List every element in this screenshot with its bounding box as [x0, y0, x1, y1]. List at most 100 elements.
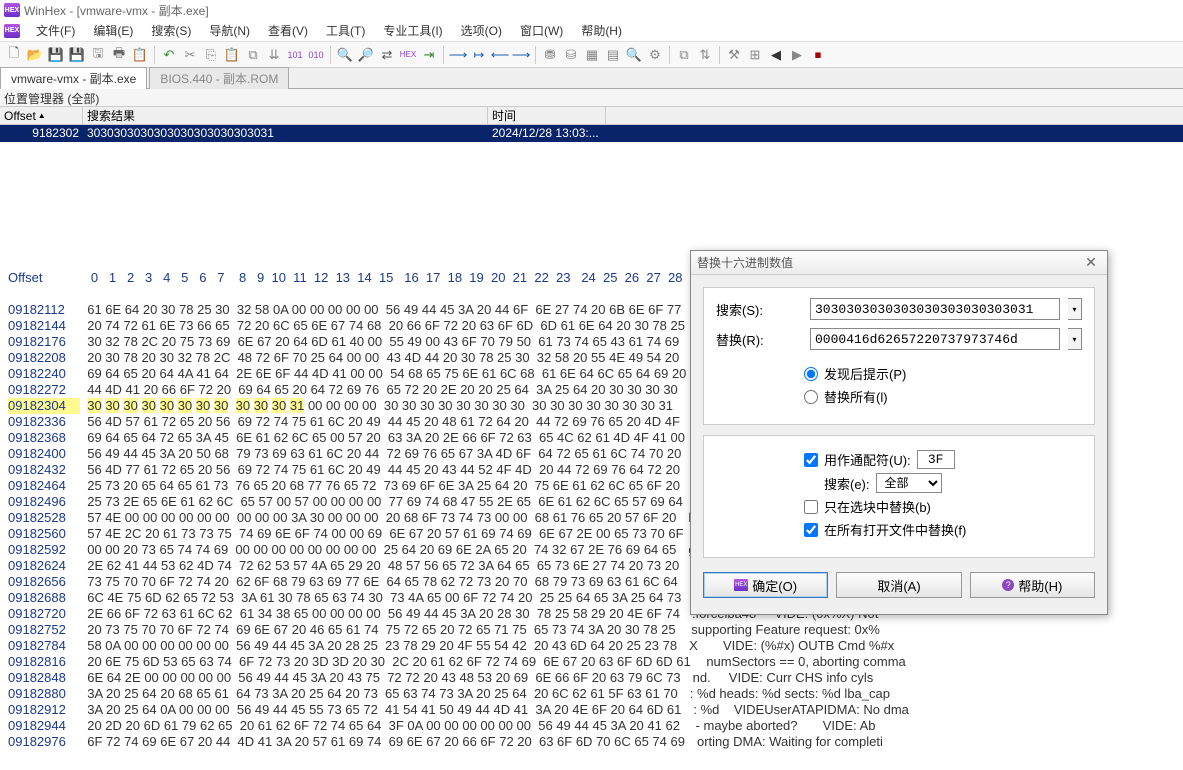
- sync-icon[interactable]: ⇅: [695, 45, 715, 65]
- tab-file-1[interactable]: vmware-vmx - 副本.exe: [0, 67, 147, 89]
- checkbox-all-files[interactable]: [804, 523, 818, 537]
- replace-dropdown-icon[interactable]: ▾: [1068, 328, 1082, 350]
- replace-text-icon[interactable]: ⇄: [377, 45, 397, 65]
- search-input[interactable]: [810, 298, 1060, 320]
- dialog-options-group: 用作通配符(U): 搜索(e): 全部 只在选块中替换(b) 在所有打开文件中替…: [703, 435, 1095, 558]
- hex-row[interactable]: 09182912 3A 20 25 64 0A 00 00 00 56 49 4…: [8, 702, 1175, 718]
- toolbar-separator: [330, 46, 331, 64]
- hex-bytes: 20 2D 20 6D 61 79 62 65 20 61 62 6F 72 7…: [80, 718, 680, 734]
- wildcard-input[interactable]: [917, 450, 955, 469]
- dialog-title-bar[interactable]: 替换十六进制数值 ✕: [691, 251, 1107, 275]
- tools-icon[interactable]: ⚙: [645, 45, 665, 65]
- disk-2-icon[interactable]: ⛁: [561, 45, 581, 65]
- cancel-button[interactable]: 取消(A): [836, 572, 961, 598]
- result-header-time[interactable]: 时间: [488, 107, 606, 124]
- hex-row[interactable]: 09182848 6E 64 2E 00 00 00 00 00 56 49 4…: [8, 670, 1175, 686]
- result-row[interactable]: 9182302 3030303030303030303030303031 202…: [0, 125, 1183, 142]
- hex-offset: 09182112: [8, 302, 80, 318]
- go-back-icon[interactable]: ⟵: [490, 45, 510, 65]
- hex-row[interactable]: 09182880 3A 20 25 64 20 68 65 61 64 73 3…: [8, 686, 1175, 702]
- copy-block-icon[interactable]: ⧉: [243, 45, 263, 65]
- save-icon[interactable]: 💾: [67, 45, 87, 65]
- search-direction-select[interactable]: 全部: [876, 473, 942, 493]
- menu-window[interactable]: 窗口(W): [512, 20, 571, 41]
- replace-hex-dialog: 替换十六进制数值 ✕ 搜索(S): ▾ 替换(R): ▾ 发现后提示(P): [690, 250, 1108, 615]
- hex-offset: 09182816: [8, 654, 80, 670]
- hex-bytes: 73 75 70 70 6F 72 74 20 62 6F 68 79 63 6…: [80, 574, 678, 590]
- replace-input[interactable]: [810, 328, 1060, 350]
- print-icon[interactable]: 🖶: [109, 45, 129, 65]
- checkbox-wildcard[interactable]: [804, 453, 818, 467]
- hex-ascii: : %d heads: %d sects: %d lba_cap: [690, 686, 890, 702]
- title-bar: HEX WinHex - [vmware-vmx - 副本.exe]: [0, 0, 1183, 20]
- tab-file-2[interactable]: BIOS.440 - 副本.ROM: [149, 67, 289, 89]
- go-offset-icon[interactable]: ⟶: [448, 45, 468, 65]
- hex-row[interactable]: 09182784 58 0A 00 00 00 00 00 00 56 49 4…: [8, 638, 1175, 654]
- find-text-icon[interactable]: 🔍: [335, 45, 355, 65]
- hex-bytes: 56 49 44 45 3A 20 50 68 79 73 69 63 61 6…: [80, 446, 681, 462]
- checkbox-sel-only[interactable]: [804, 500, 818, 514]
- ok-button[interactable]: HEX确定(O): [703, 572, 828, 598]
- hex-offset: 09182944: [8, 718, 80, 734]
- stop-icon[interactable]: ⏹: [808, 45, 828, 65]
- open-folder-icon[interactable]: 📂: [25, 45, 45, 65]
- hex-row[interactable]: 09182752 20 73 75 70 70 6F 72 74 69 6E 6…: [8, 622, 1175, 638]
- hex-copy-icon[interactable]: 101: [285, 45, 305, 65]
- result-header-search[interactable]: 搜索结果: [83, 107, 488, 124]
- prev-icon[interactable]: ◀: [766, 45, 786, 65]
- ram-icon[interactable]: ▦: [582, 45, 602, 65]
- result-time: 2024/12/28 13:03:...: [488, 125, 606, 142]
- new-file-icon[interactable]: 🗋: [4, 45, 24, 65]
- hex-paste-icon[interactable]: 010: [306, 45, 326, 65]
- menu-pro-tools[interactable]: 专业工具(I): [375, 20, 450, 41]
- copy-icon[interactable]: ⎘: [201, 45, 221, 65]
- replace-hex-icon[interactable]: HEX: [398, 45, 418, 65]
- result-offset: 9182302: [0, 125, 83, 142]
- hex-bytes: 3A 20 25 64 20 68 65 61 64 73 3A 20 25 6…: [80, 686, 678, 702]
- menu-navigate[interactable]: 导航(N): [201, 20, 258, 41]
- search-dropdown-icon[interactable]: ▾: [1068, 298, 1082, 320]
- toolbar-separator: [154, 46, 155, 64]
- properties-icon[interactable]: 📋: [130, 45, 150, 65]
- hex-offset: 09182400: [8, 446, 80, 462]
- close-icon[interactable]: ✕: [1081, 254, 1101, 272]
- interpret-icon[interactable]: ⊞: [745, 45, 765, 65]
- go-forward-icon[interactable]: ⟶: [511, 45, 531, 65]
- undo-icon[interactable]: ↶: [159, 45, 179, 65]
- goto-icon[interactable]: ⇥: [419, 45, 439, 65]
- cut-icon[interactable]: ✂: [180, 45, 200, 65]
- hex-bytes: 30 30 30 30 30 30 30 30 30 30 30 31 00 0…: [80, 398, 673, 414]
- menu-options[interactable]: 选项(O): [453, 20, 510, 41]
- hex-row[interactable]: 09182944 20 2D 20 6D 61 79 62 65 20 61 6…: [8, 718, 1175, 734]
- magnify-icon[interactable]: 🔍: [624, 45, 644, 65]
- options-icon[interactable]: ⚒: [724, 45, 744, 65]
- paste-icon[interactable]: 📋: [222, 45, 242, 65]
- radio-prompt[interactable]: [804, 367, 818, 381]
- menu-view[interactable]: 查看(V): [260, 20, 316, 41]
- hex-row[interactable]: 09182976 6F 72 74 69 6E 67 20 44 4D 41 3…: [8, 734, 1175, 750]
- menu-help[interactable]: 帮助(H): [573, 20, 630, 41]
- toolbar-separator: [669, 46, 670, 64]
- result-header: Offset▲ 搜索结果 时间: [0, 107, 1183, 125]
- menu-tools[interactable]: 工具(T): [318, 20, 373, 41]
- hex-offset: 09182208: [8, 350, 80, 366]
- template-icon[interactable]: ▤: [603, 45, 623, 65]
- menu-edit[interactable]: 编辑(E): [85, 20, 141, 41]
- compare-icon[interactable]: ⧉: [674, 45, 694, 65]
- disk-1-icon[interactable]: ⛃: [540, 45, 560, 65]
- save-as-icon[interactable]: 🖫: [88, 45, 108, 65]
- help-button[interactable]: ?帮助(H): [970, 572, 1095, 598]
- go-sector-icon[interactable]: ↦: [469, 45, 489, 65]
- find-hex-icon[interactable]: 🔎: [356, 45, 376, 65]
- checkbox-sel-only-label: 只在选块中替换(b): [824, 497, 931, 516]
- paste-write-icon[interactable]: ⇊: [264, 45, 284, 65]
- radio-replace-all[interactable]: [804, 390, 818, 404]
- result-header-offset[interactable]: Offset▲: [0, 107, 83, 124]
- next-icon[interactable]: ▶: [787, 45, 807, 65]
- hex-row[interactable]: 09182816 20 6E 75 6D 53 65 63 74 6F 72 7…: [8, 654, 1175, 670]
- hex-bytes: 25 73 2E 65 6E 61 62 6C 65 57 00 57 00 0…: [80, 494, 683, 510]
- menu-search[interactable]: 搜索(S): [143, 20, 199, 41]
- open-disk-icon[interactable]: 💾: [46, 45, 66, 65]
- menu-file[interactable]: 文件(F): [28, 20, 83, 41]
- hex-bytes: 58 0A 00 00 00 00 00 00 56 49 44 45 3A 2…: [80, 638, 677, 654]
